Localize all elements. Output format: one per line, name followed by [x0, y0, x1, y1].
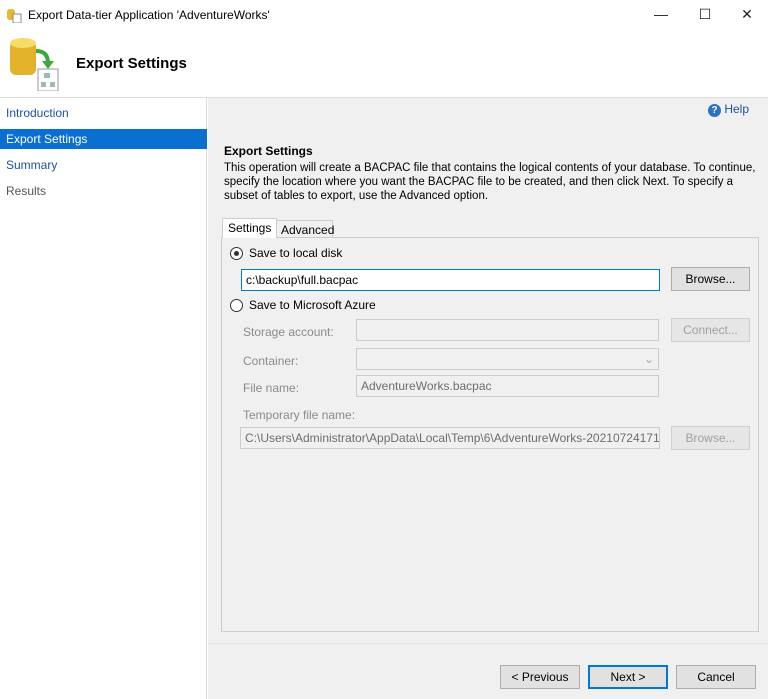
browse-temp-button[interactable]: Browse...: [671, 426, 750, 450]
save-azure-label[interactable]: Save to Microsoft Azure: [249, 298, 376, 312]
wizard-header: Export Settings: [0, 30, 768, 98]
file-name-input[interactable]: AdventureWorks.bacpac: [356, 375, 659, 397]
file-name-label: File name:: [243, 381, 300, 395]
nav-item-summary[interactable]: Summary: [0, 155, 207, 175]
title-bar: Export Data-tier Application 'AdventureW…: [0, 0, 768, 30]
page-title: Export Settings: [76, 55, 187, 72]
local-path-input[interactable]: c:\backup\full.bacpac: [241, 269, 660, 291]
temp-file-input[interactable]: C:\Users\Administrator\AppData\Local\Tem…: [240, 427, 660, 449]
help-link[interactable]: ? Help: [708, 102, 749, 117]
close-button[interactable]: ✕: [732, 4, 762, 24]
minimize-button[interactable]: —: [646, 4, 676, 24]
container-label: Container:: [243, 354, 299, 368]
help-icon: ?: [708, 104, 721, 117]
nav-item-results: Results: [6, 184, 47, 198]
tab-panel: Save to local disk c:\backup\full.bacpac…: [221, 237, 759, 632]
save-local-radio[interactable]: [230, 247, 243, 260]
section-title: Export Settings: [224, 144, 313, 158]
save-local-label[interactable]: Save to local disk: [249, 246, 342, 260]
save-azure-radio[interactable]: [230, 299, 243, 312]
temp-file-label: Temporary file name:: [243, 408, 356, 422]
storage-account-label: Storage account:: [243, 325, 334, 339]
tab-advanced[interactable]: Advanced: [276, 220, 334, 238]
main-panel: ? Help Export Settings This operation wi…: [208, 98, 768, 643]
nav-item-introduction[interactable]: Introduction: [0, 103, 207, 123]
chevron-down-icon: ⌄: [643, 352, 654, 366]
connect-button[interactable]: Connect...: [671, 318, 750, 342]
previous-button[interactable]: < Previous: [500, 665, 580, 689]
help-label: Help: [724, 102, 750, 116]
cancel-button[interactable]: Cancel: [676, 665, 756, 689]
nav-item-export-settings[interactable]: Export Settings: [0, 129, 207, 149]
browse-local-button[interactable]: Browse...: [671, 267, 750, 291]
storage-account-input[interactable]: [356, 319, 659, 341]
wizard-footer: < Previous Next > Cancel: [208, 643, 768, 699]
maximize-button[interactable]: ☐: [690, 4, 720, 24]
container-select[interactable]: ⌄: [356, 348, 659, 370]
wizard-nav: Introduction Export Settings Summary Res…: [0, 98, 207, 699]
tab-settings[interactable]: Settings: [222, 218, 277, 238]
section-description: This operation will create a BACPAC file…: [224, 162, 756, 202]
window-title: Export Data-tier Application 'AdventureW…: [28, 8, 270, 22]
database-export-icon: [10, 38, 59, 91]
next-button[interactable]: Next >: [588, 665, 668, 689]
app-icon: [7, 9, 22, 23]
